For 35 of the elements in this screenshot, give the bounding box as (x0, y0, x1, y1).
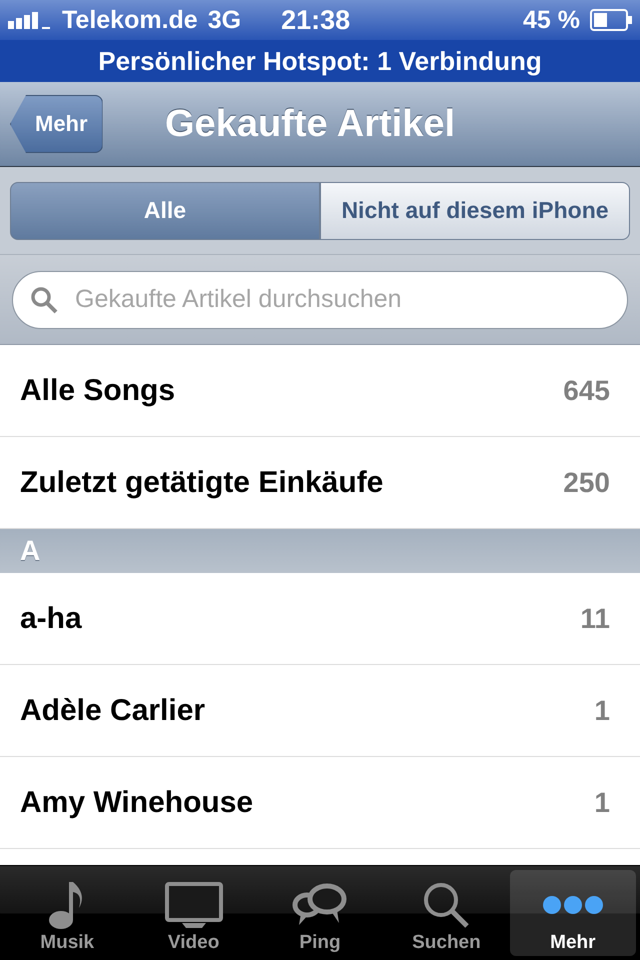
television-icon (164, 881, 224, 929)
row-count: 1 (594, 786, 610, 818)
search-icon (30, 286, 58, 314)
row-count: 645 (563, 374, 610, 406)
row-count: 11 (580, 602, 610, 634)
hotspot-banner[interactable]: Persönlicher Hotspot: 1 Verbindung (0, 40, 640, 82)
row-label: Amy Winehouse (20, 786, 254, 820)
carrier-name: Telekom.de (62, 6, 198, 34)
page-title: Gekaufte Artikel (165, 102, 456, 146)
search-field[interactable]: Gekaufte Artikel durchsuchen (12, 270, 628, 328)
battery-icon (590, 9, 632, 31)
row-count: 1 (594, 694, 610, 726)
battery-percent: 45 % (523, 6, 580, 34)
row-label: Adèle Carlier (20, 694, 206, 728)
tab-bar-item[interactable]: Suchen (383, 870, 510, 956)
tab-bar-item[interactable]: Ping (256, 870, 384, 956)
row-label: Zuletzt getätigte Einkäufe (20, 466, 384, 500)
network-type: 3G (208, 6, 242, 34)
back-button[interactable]: Mehr (10, 95, 103, 153)
segment-tab[interactable]: Nicht auf diesem iPhone (320, 182, 630, 240)
list-row[interactable]: Adèle Carlier 1 (0, 665, 640, 757)
section-header: A (0, 529, 640, 573)
list-row[interactable]: Amy Winehouse 1 (0, 757, 640, 849)
list-row[interactable]: a-ha 11 (0, 573, 640, 665)
row-label: Alle Songs (20, 374, 176, 408)
list-row[interactable]: Alle Songs 645 (0, 345, 640, 437)
search-icon (421, 880, 472, 930)
more-dots-icon (540, 894, 605, 916)
row-count: 250 (563, 466, 610, 498)
clock: 21:38 (281, 4, 350, 36)
tab-bar-item[interactable]: Mehr (510, 870, 636, 956)
tab-bar-item[interactable]: Musik (4, 870, 130, 956)
tab-bar-item[interactable]: Video (130, 870, 257, 956)
row-label: a-ha (20, 602, 82, 636)
signal-icon (8, 11, 52, 29)
